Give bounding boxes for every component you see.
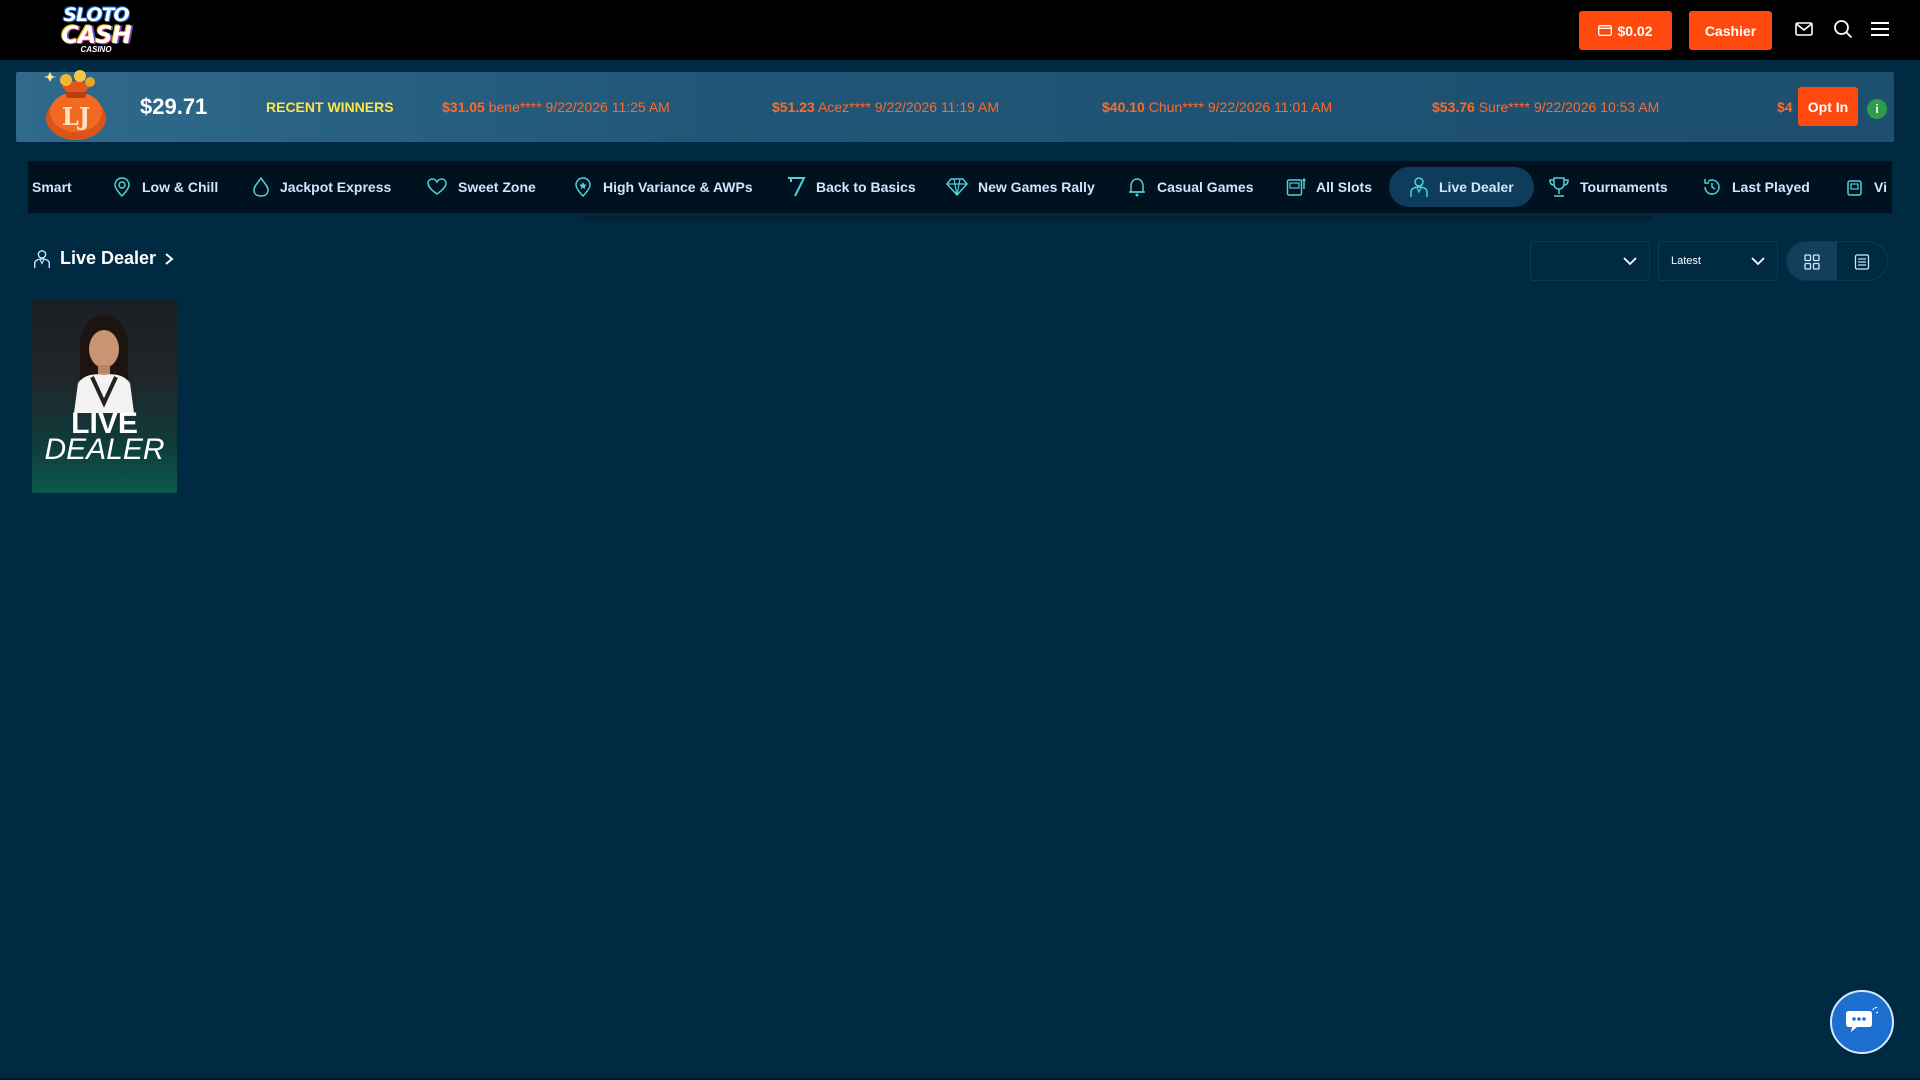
chevron-down-icon [1623, 256, 1637, 265]
category-smart[interactable]: Smart [32, 161, 72, 213]
recent-winners-label: RECENT WINNERS [266, 99, 394, 115]
chevron-right-icon [165, 252, 174, 265]
mail-icon[interactable] [1793, 18, 1815, 40]
cashier-button[interactable]: Cashier [1689, 11, 1772, 50]
wallet-icon [1598, 23, 1613, 39]
info-icon[interactable]: i [1867, 99, 1887, 119]
category-tournaments[interactable]: Tournaments [1548, 161, 1668, 213]
category-last-played[interactable]: Last Played [1702, 161, 1810, 213]
chevron-down-icon [1751, 256, 1765, 265]
winner-entry: $51.23 Acez**** 9/22/2026 11:19 AM [772, 99, 1000, 115]
history-icon [1704, 179, 1720, 195]
jackpot-strip: LJ $29.71 RECENT WINNERS $31.05 bene****… [16, 70, 1894, 142]
search-icon[interactable] [1832, 18, 1854, 40]
winner-entry: $40.10 Chun**** 9/22/2026 11:01 AM [1102, 99, 1333, 115]
winner-entry: $53.76 Sure**** 9/22/2026 10:53 AM [1432, 99, 1660, 115]
flame-icon [253, 177, 269, 197]
category-nav: Smart Low & Chill Jackpot Express Sweet … [28, 161, 1892, 213]
category-jackpot-express[interactable]: Jackpot Express [252, 161, 391, 213]
category-casual-games[interactable]: Casual Games [1127, 161, 1254, 213]
list-icon [1854, 254, 1870, 270]
grid-view-button[interactable] [1787, 242, 1837, 280]
section-title[interactable]: Live Dealer [32, 248, 174, 269]
category-scrollbar[interactable] [582, 216, 1654, 220]
bell-icon [1129, 178, 1145, 197]
badge-star-icon [575, 177, 591, 197]
dealer-icon [1410, 177, 1428, 197]
balance-label: $0.02 [1617, 22, 1653, 39]
chat-support-button[interactable] [1830, 990, 1894, 1054]
seven-icon [788, 177, 806, 197]
category-live-dealer[interactable]: Live Dealer [1389, 167, 1534, 207]
opt-in-button[interactable]: Opt In [1798, 87, 1858, 126]
list-view-button[interactable] [1837, 242, 1887, 280]
winner-entry: $4 [1777, 99, 1793, 115]
category-high-variance[interactable]: High Variance & AWPs [573, 161, 753, 213]
top-bar: SLOTO CASH CASINO $0.02 Cashier [0, 0, 1920, 60]
game-title-line-2: DEALER [44, 433, 165, 466]
logo-line-2: CASH [61, 21, 132, 49]
winner-entry: $31.05 bene**** 9/22/2026 11:25 AM [442, 99, 670, 115]
category-video[interactable]: Vi [1846, 161, 1887, 213]
candy-heart-icon [427, 178, 447, 195]
menu-icon[interactable] [1869, 18, 1891, 40]
chat-icon [1846, 1007, 1879, 1032]
game-tile-live-dealer[interactable]: LIVE DEALER [32, 299, 177, 493]
video-icon [1847, 180, 1862, 196]
jackpot-bag-icon: LJ [36, 62, 116, 142]
category-back-to-basics[interactable]: Back to Basics [786, 161, 916, 213]
badge-icon [114, 177, 130, 197]
view-toggle [1786, 241, 1888, 281]
category-sweet-zone[interactable]: Sweet Zone [426, 161, 536, 213]
diamond-icon [946, 178, 968, 196]
sort-dropdown[interactable]: Latest [1658, 241, 1778, 281]
site-logo[interactable]: SLOTO CASH CASINO [56, 2, 136, 58]
trophy-icon [1549, 177, 1569, 197]
jackpot-amount: $29.71 [140, 94, 208, 119]
sort-value: Latest [1671, 255, 1701, 267]
category-new-games-rally[interactable]: New Games Rally [946, 161, 1095, 213]
recent-winners-ticker: $31.05 bene**** 9/22/2026 11:25 AM $51.2… [442, 99, 1796, 119]
logo-line-3: CASINO [80, 45, 112, 54]
dealer-portrait [74, 315, 134, 413]
jackpot-badge: LJ [61, 102, 91, 131]
category-low-chill[interactable]: Low & Chill [112, 161, 218, 213]
provider-filter-dropdown[interactable] [1530, 241, 1650, 281]
slot-machine-icon [1286, 178, 1306, 196]
section-title-label: Live Dealer [60, 248, 157, 268]
grid-icon [1804, 254, 1820, 270]
balance-button[interactable]: $0.02 [1579, 11, 1672, 50]
category-all-slots[interactable]: All Slots [1286, 161, 1372, 213]
dealer-icon [34, 249, 50, 268]
